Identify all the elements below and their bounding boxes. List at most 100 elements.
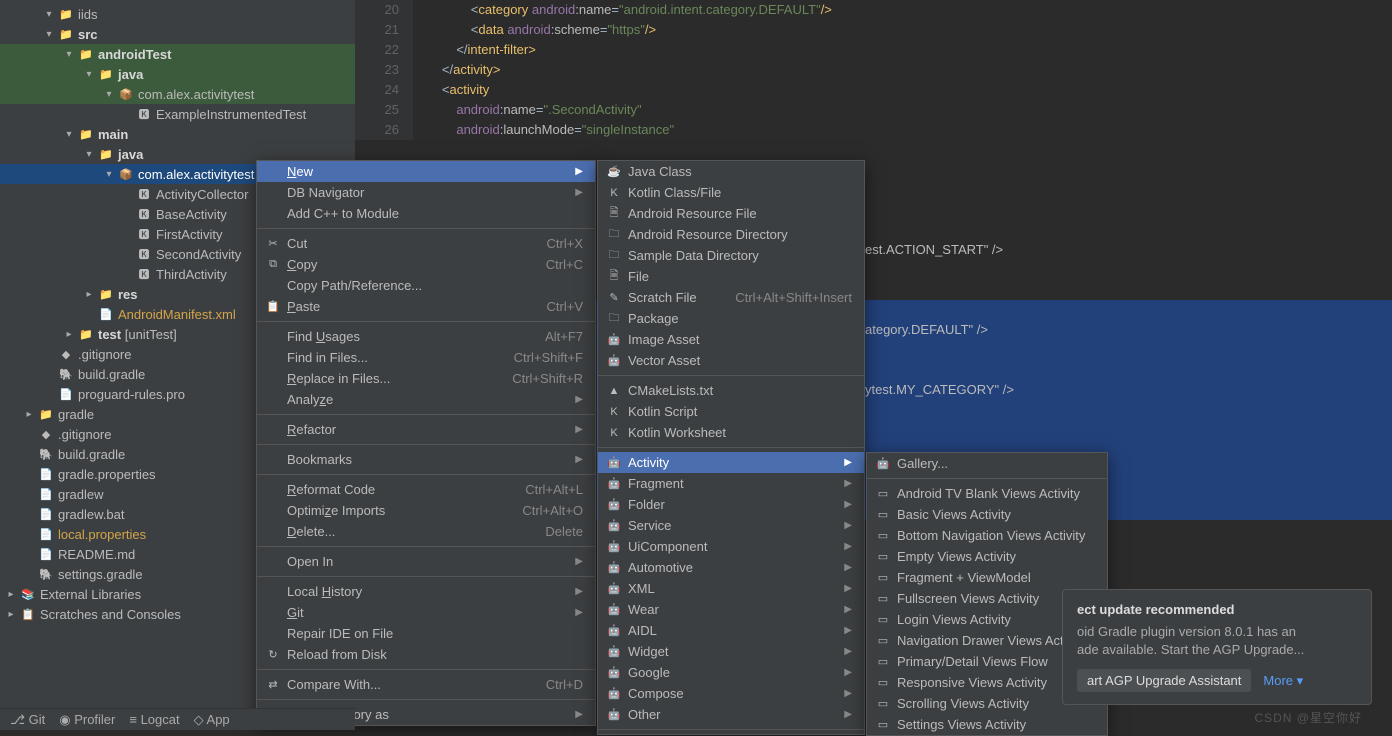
notif-upgrade-button[interactable]: art AGP Upgrade Assistant [1077, 669, 1251, 692]
toolbar-logcat[interactable]: ≡ Logcat [129, 712, 179, 727]
menu-item-android-resource-file[interactable]: 🗎Android Resource File [598, 203, 864, 224]
menu-item-activity[interactable]: 🤖Activity▶ [598, 452, 864, 473]
menu-item-java-class[interactable]: ☕Java Class [598, 161, 864, 182]
tree-item-main[interactable]: ▾📁main [0, 124, 355, 144]
menu-item-bookmarks[interactable]: Bookmarks▶ [257, 449, 595, 470]
win-icon: ▭ [875, 717, 891, 733]
menu-item-xml[interactable]: 🤖XML▶ [598, 578, 864, 599]
menu-item-copy[interactable]: ⧉CopyCtrl+C [257, 254, 595, 275]
menu-item-repair-ide-on-file[interactable]: Repair IDE on File [257, 623, 595, 644]
bottom-toolbar[interactable]: ⎇ Git ◉ Profiler ≡ Logcat ◇ App [0, 708, 355, 730]
tree-item-pkg-at[interactable]: ▾📦com.alex.activitytest [0, 84, 355, 104]
toolbar-profiler[interactable]: ◉ Profiler [59, 712, 115, 728]
menu-item-vector-asset[interactable]: 🤖Vector Asset [598, 350, 864, 371]
context-menu[interactable]: New▶DB Navigator▶Add C++ to Module ✂CutCt… [256, 160, 596, 726]
tree-item-iids[interactable]: ▾📁iids [0, 4, 355, 24]
menu-item-kotlin-script[interactable]: KKotlin Script [598, 401, 864, 422]
menu-item-reformat-code[interactable]: Reformat CodeCtrl+Alt+L [257, 479, 595, 500]
menu-item-find-in-files-[interactable]: Find in Files...Ctrl+Shift+F [257, 347, 595, 368]
menu-item-settings-views-activity[interactable]: ▭Settings Views Activity [867, 714, 1107, 735]
menu-item-compose[interactable]: 🤖Compose▶ [598, 683, 864, 704]
android-icon: 🤖 [606, 707, 622, 723]
menu-item-open-in[interactable]: Open In▶ [257, 551, 595, 572]
menu-item-android-tv-blank-views-activity[interactable]: ▭Android TV Blank Views Activity [867, 483, 1107, 504]
diff-icon: ⇄ [265, 677, 281, 693]
menu-item-fragment-viewmodel[interactable]: ▭Fragment + ViewModel [867, 567, 1107, 588]
menu-item-service[interactable]: 🤖Service▶ [598, 515, 864, 536]
android-icon: 🤖 [606, 623, 622, 639]
menu-item-optimize-imports[interactable]: Optimize ImportsCtrl+Alt+O [257, 500, 595, 521]
menu-item-cmakelists-txt[interactable]: ▲CMakeLists.txt [598, 380, 864, 401]
menu-item-android-resource-directory[interactable]: 🗀Android Resource Directory [598, 224, 864, 245]
menu-item-sample-data-directory[interactable]: 🗀Sample Data Directory [598, 245, 864, 266]
toolbar-app[interactable]: ◇ App [194, 712, 230, 728]
menu-item-uicomponent[interactable]: 🤖UiComponent▶ [598, 536, 864, 557]
menu-item-db-navigator[interactable]: DB Navigator▶ [257, 182, 595, 203]
menu-item-other[interactable]: 🤖Other▶ [598, 704, 864, 725]
notif-body: oid Gradle plugin version 8.0.1 has anad… [1077, 623, 1357, 659]
win-icon: ▭ [875, 528, 891, 544]
menu-item-empty-views-activity[interactable]: ▭Empty Views Activity [867, 546, 1107, 567]
kotlin-icon: K [606, 425, 622, 441]
menu-item-compare-with-[interactable]: ⇄Compare With...Ctrl+D [257, 674, 595, 695]
menu-item-automotive[interactable]: 🤖Automotive▶ [598, 557, 864, 578]
kotlin-class-icon: 🅺 [136, 206, 152, 222]
menu-item-scratch-file[interactable]: ✎Scratch FileCtrl+Alt+Shift+Insert [598, 287, 864, 308]
menu-item-reload-from-disk[interactable]: ↻Reload from Disk [257, 644, 595, 665]
tree-item-example[interactable]: 🅺ExampleInstrumentedTest [0, 104, 355, 124]
menu-item-replace-in-files-[interactable]: Replace in Files...Ctrl+Shift+R [257, 368, 595, 389]
menu-item-new[interactable]: New▶ [257, 161, 595, 182]
menu-item-analyze[interactable]: Analyze▶ [257, 389, 595, 410]
package-icon: 📦 [118, 86, 134, 102]
android-icon: 🤖 [606, 581, 622, 597]
notification-panel: ect update recommended oid Gradle plugin… [1062, 589, 1372, 705]
menu-item-aidl[interactable]: 🤖AIDL▶ [598, 620, 864, 641]
menu-item-local-history[interactable]: Local History▶ [257, 581, 595, 602]
android-icon: 🤖 [606, 518, 622, 534]
menu-item-wear[interactable]: 🤖Wear▶ [598, 599, 864, 620]
menu-item-folder[interactable]: 🤖Folder▶ [598, 494, 864, 515]
menu-item-delete-[interactable]: Delete...Delete [257, 521, 595, 542]
menu-item-cut[interactable]: ✂CutCtrl+X [257, 233, 595, 254]
menu-item-paste[interactable]: 📋PasteCtrl+V [257, 296, 595, 317]
editor-gutter: 20212223242526 [355, 0, 413, 140]
kotlin-class-icon: 🅺 [136, 246, 152, 262]
menu-item-gallery-[interactable]: 🤖Gallery... [867, 453, 1107, 474]
menu-item-copy-path-reference-[interactable]: Copy Path/Reference... [257, 275, 595, 296]
menu-item-git[interactable]: Git▶ [257, 602, 595, 623]
menu-item-bottom-navigation-views-activity[interactable]: ▭Bottom Navigation Views Activity [867, 525, 1107, 546]
menu-item-add-c-to-module[interactable]: Add C++ to Module [257, 203, 595, 224]
dir-icon: 🗀 [606, 248, 622, 264]
xml-icon: 📄 [98, 306, 114, 322]
new-submenu[interactable]: ☕Java ClassKKotlin Class/File🗎Android Re… [597, 160, 865, 735]
menu-item-image-asset[interactable]: 🤖Image Asset [598, 329, 864, 350]
menu-item-kotlin-class-file[interactable]: KKotlin Class/File [598, 182, 864, 203]
cmake-icon: ▲ [606, 383, 622, 399]
menu-item-widget[interactable]: 🤖Widget▶ [598, 641, 864, 662]
notif-more-link[interactable]: More ▾ [1263, 673, 1303, 689]
toolbar-git[interactable]: ⎇ Git [10, 712, 45, 728]
tree-item-androidTest[interactable]: ▾📁androidTest [0, 44, 355, 64]
kotlin-class-icon: 🅺 [136, 266, 152, 282]
win-icon: ▭ [875, 696, 891, 712]
menu-item-refactor[interactable]: Refactor▶ [257, 419, 595, 440]
menu-item-fragment[interactable]: 🤖Fragment▶ [598, 473, 864, 494]
menu-item-google[interactable]: 🤖Google▶ [598, 662, 864, 683]
menu-item-find-usages[interactable]: Find UsagesAlt+F7 [257, 326, 595, 347]
menu-item-file[interactable]: 🗎File [598, 266, 864, 287]
tree-item-src[interactable]: ▾📁src [0, 24, 355, 44]
win-icon: ▭ [875, 675, 891, 691]
package-icon: 📦 [118, 166, 134, 182]
android-icon: 🤖 [606, 665, 622, 681]
kotlin-class-icon: 🅺 [136, 106, 152, 122]
tree-item-java-at[interactable]: ▾📁java [0, 64, 355, 84]
android-icon: 🤖 [606, 602, 622, 618]
code-content[interactable]: <category android:name="android.intent.c… [413, 0, 832, 140]
menu-item-kotlin-worksheet[interactable]: KKotlin Worksheet [598, 422, 864, 443]
android-icon: 🤖 [606, 476, 622, 492]
menu-item-basic-views-activity[interactable]: ▭Basic Views Activity [867, 504, 1107, 525]
git-icon: ◆ [38, 426, 54, 442]
menu-item-package[interactable]: 🗀Package [598, 308, 864, 329]
folder-icon: 📁 [58, 6, 74, 22]
folder-icon: 📁 [98, 286, 114, 302]
